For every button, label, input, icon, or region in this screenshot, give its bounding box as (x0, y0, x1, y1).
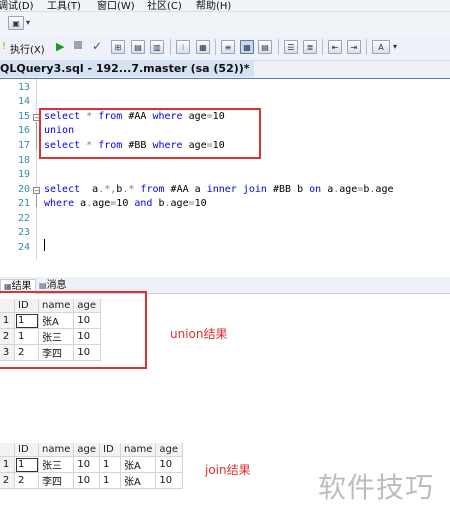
results-to-grid-icon[interactable]: ▦ (240, 40, 254, 54)
toolbar-separator (366, 39, 367, 55)
fold-collapse-icon[interactable]: − (33, 187, 40, 195)
comment-icon[interactable]: ☰ (284, 40, 298, 54)
line-number: 17 (17, 140, 30, 151)
union-highlight-box (39, 108, 261, 159)
line-number: 15 (17, 111, 30, 122)
menu-tools[interactable]: 工具(T) (47, 0, 81, 11)
stop-icon[interactable] (74, 41, 82, 49)
table-cell[interactable]: 张A (120, 456, 157, 473)
code-line: select a.*,b.* from #AA a inner join #BB… (44, 184, 394, 195)
column-header[interactable]: ID (14, 443, 39, 457)
toolbar-dropdown-icon[interactable]: ▾ (24, 16, 32, 30)
join-result-grid[interactable]: ID name age ID name age 1 1 张三 10 1 张A 1… (0, 443, 184, 489)
debug-run-icon[interactable]: ▶ (56, 40, 64, 53)
column-header[interactable]: age (155, 443, 184, 457)
line-number: 13 (17, 82, 30, 93)
query-designer-icon[interactable]: ⊞ (111, 40, 125, 54)
line-number: 16 (17, 125, 30, 136)
line-number: 23 (17, 227, 30, 238)
line-number: 18 (17, 155, 30, 166)
toolbar-overflow-icon[interactable]: ▾ (393, 42, 397, 51)
results-to-text-icon[interactable]: ≡ (221, 40, 235, 54)
table-cell[interactable]: 10 (155, 456, 184, 473)
menu-window[interactable]: 窗口(W) (97, 0, 135, 11)
line-number: 19 (17, 169, 30, 180)
decrease-indent-icon[interactable]: ⇤ (328, 40, 342, 54)
column-header[interactable]: age (73, 443, 100, 457)
specify-values-icon[interactable]: A (372, 40, 390, 54)
row-header-corner (0, 443, 15, 457)
line-number: 14 (17, 96, 30, 107)
gutter-divider (36, 79, 37, 260)
line-number: 24 (17, 242, 30, 253)
results-file-icon[interactable]: ▥ (150, 40, 164, 54)
table-cell[interactable]: 张A (120, 472, 157, 489)
fold-guide (36, 195, 37, 207)
column-header[interactable]: name (120, 443, 157, 457)
query-editor[interactable]: 13 14 15 16 17 18 19 20 21 22 23 24 − − … (0, 79, 450, 260)
menu-bar: 调试(D) 工具(T) 窗口(W) 社区(C) 帮助(H) (0, 0, 450, 12)
row-number[interactable]: 1 (0, 456, 15, 473)
database-icon[interactable]: ▤ (131, 40, 145, 54)
table-cell[interactable]: 1 (99, 456, 121, 473)
text-caret (44, 239, 45, 251)
table-cell[interactable]: 10 (73, 456, 100, 473)
estimated-plan-icon[interactable]: ⁝ (176, 40, 190, 54)
menu-debug[interactable]: 调试(D) (0, 0, 34, 11)
code-line: where a.age=10 and b.age=10 (44, 198, 207, 209)
toolbar-separator (170, 39, 171, 55)
grid-icon: ▦ (4, 282, 12, 291)
line-number: 21 (17, 198, 30, 209)
line-number: 20 (17, 184, 30, 195)
column-header[interactable]: name (38, 443, 75, 457)
toolbar-top: ▣ ▾ (0, 12, 450, 36)
join-annotation: join结果 (205, 463, 251, 477)
line-number: 22 (17, 213, 30, 224)
toolbar-query: ! 执行(X) ▶ ✓ ⊞ ▤ ▥ ⁝ ▦ ≡ ▦ ▤ ☰ ≣ ⇤ ⇥ A ▾ (0, 36, 450, 61)
message-icon: ▤ (39, 281, 47, 290)
table-cell[interactable]: 张三 (38, 456, 75, 473)
fold-guide (36, 122, 37, 150)
union-annotation: union结果 (170, 327, 228, 341)
menu-community[interactable]: 社区(C) (147, 0, 182, 11)
monitor-icon[interactable]: ▣ (8, 16, 24, 30)
toolbar-separator (322, 39, 323, 55)
query-options-icon[interactable]: ▦ (196, 40, 210, 54)
watermark: 软件技巧 (318, 471, 435, 504)
column-header[interactable]: ID (99, 443, 121, 457)
menu-help[interactable]: 帮助(H) (196, 0, 231, 11)
table-row[interactable]: 2 2 李四 10 1 张A 10 (0, 472, 184, 489)
row-number[interactable]: 2 (0, 472, 15, 489)
document-tab-strip: QLQuery3.sql - 192...7.master (sa (52))* (0, 60, 450, 80)
query-tab[interactable]: QLQuery3.sql - 192...7.master (sa (52))* (0, 60, 254, 77)
table-cell[interactable]: 1 (99, 472, 121, 489)
table-cell[interactable]: 1 (14, 456, 39, 473)
results-to-file-icon[interactable]: ▤ (258, 40, 272, 54)
toolbar-separator (278, 39, 279, 55)
table-cell[interactable]: 10 (155, 472, 184, 489)
parse-check-icon[interactable]: ✓ (92, 39, 102, 53)
table-cell[interactable]: 李四 (38, 472, 75, 489)
table-row[interactable]: 1 1 张三 10 1 张A 10 (0, 456, 184, 473)
increase-indent-icon[interactable]: ⇥ (347, 40, 361, 54)
uncomment-icon[interactable]: ≣ (303, 40, 317, 54)
table-cell[interactable]: 2 (14, 472, 39, 489)
union-result-highlight-box (0, 291, 147, 369)
execute-button[interactable]: 执行(X) (10, 41, 45, 56)
table-cell[interactable]: 10 (73, 472, 100, 489)
execute-icon[interactable]: ! (2, 41, 6, 52)
toolbar-separator (215, 39, 216, 55)
